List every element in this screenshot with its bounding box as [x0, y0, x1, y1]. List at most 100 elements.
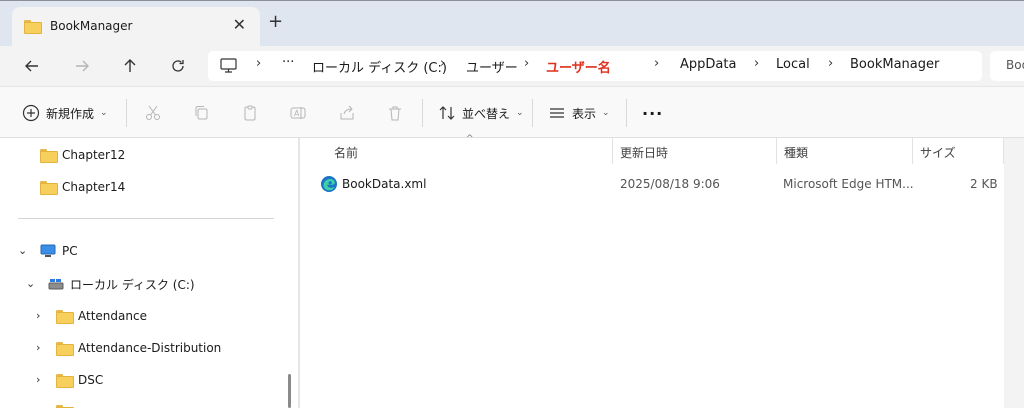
new-label: 新規作成 — [46, 106, 95, 121]
new-button[interactable]: 新規作成 ⌄ — [22, 101, 108, 125]
breadcrumb-more[interactable]: ··· — [282, 55, 294, 70]
divider — [532, 99, 533, 127]
file-modified: 2025/08/18 9:06 — [620, 177, 720, 191]
navigation-bar: › ··· ローカル ディスク (C:) › ユーザー › ユーザー名 › Ap… — [0, 46, 1024, 86]
paste-button[interactable] — [240, 103, 260, 123]
column-header-name[interactable]: 名前 — [334, 144, 358, 161]
search-box[interactable]: Boo — [990, 51, 1024, 81]
view-button[interactable]: 表示 ⌄ — [548, 101, 610, 125]
view-label: 表示 — [572, 106, 597, 121]
tree-item-label: PC — [62, 244, 78, 258]
folder-icon — [56, 374, 74, 388]
tree-item-label: Attendance — [78, 309, 147, 323]
refresh-icon — [172, 60, 184, 72]
chevron-down-icon[interactable]: ⌄ — [18, 244, 27, 257]
chevron-down-icon[interactable]: ⌄ — [26, 277, 35, 290]
tree-item-label: Chapter14 — [62, 180, 126, 194]
folder-icon — [24, 20, 42, 34]
view-lines-icon — [550, 108, 564, 118]
tree-item-local-disk[interactable]: ローカル ディスク (C:) — [48, 273, 195, 295]
tree-item-pc[interactable]: PC — [40, 240, 78, 262]
breadcrumb-local[interactable]: Local — [776, 57, 810, 72]
pc-icon — [40, 244, 56, 257]
chevron-right-icon[interactable]: › — [36, 341, 40, 354]
more-options-button[interactable]: ··· — [642, 101, 663, 125]
cut-button[interactable] — [143, 103, 163, 123]
tree-item-dsc[interactable]: DSC — [56, 369, 103, 391]
svg-text:A: A — [294, 109, 300, 118]
folder-icon — [56, 342, 74, 356]
column-header-modified[interactable]: 更新日時 — [620, 144, 668, 161]
file-row[interactable]: BookData.xml 2025/08/18 9:06 Microsoft E… — [314, 172, 1004, 196]
arrow-left-icon — [25, 60, 38, 72]
divider — [18, 218, 274, 219]
monitor-icon — [220, 58, 237, 73]
back-button[interactable] — [20, 54, 44, 78]
scissors-icon — [146, 105, 160, 120]
chevron-down-icon: ⌄ — [100, 108, 108, 118]
tree-item-attendance[interactable]: Attendance — [56, 305, 147, 327]
forward-button[interactable] — [70, 54, 94, 78]
chevron-right-icon[interactable]: › — [36, 373, 40, 386]
chevron-right-icon[interactable]: › — [36, 309, 40, 322]
plus-circle-icon — [22, 104, 40, 122]
folder-icon — [40, 149, 58, 163]
new-tab-button[interactable]: + — [268, 13, 283, 31]
sort-arrows-icon — [439, 106, 455, 120]
navigation-scrollbar[interactable] — [288, 374, 291, 408]
chevron-down-icon: ⌄ — [602, 108, 610, 118]
breadcrumb-separator[interactable]: › — [828, 56, 833, 71]
rename-icon: A — [290, 107, 306, 119]
breadcrumb-separator[interactable]: › — [654, 56, 659, 71]
tab-title: BookManager — [50, 19, 133, 33]
tab-bookmanager[interactable]: BookManager ✕ — [12, 7, 260, 47]
tree-item-label: ローカル ディスク (C:) — [70, 277, 195, 292]
breadcrumb-users[interactable]: ユーザー — [466, 57, 518, 76]
tree-item-attendance-distribution[interactable]: Attendance-Distribution — [56, 337, 221, 359]
arrow-up-icon — [124, 59, 136, 72]
delete-button[interactable] — [385, 103, 405, 123]
breadcrumb-bookmanager[interactable]: BookManager — [850, 57, 939, 72]
copy-button[interactable] — [191, 103, 211, 123]
divider — [126, 99, 127, 127]
close-tab-icon[interactable]: ✕ — [233, 17, 246, 33]
folder-icon — [40, 181, 58, 195]
tree-item-partial[interactable] — [56, 400, 74, 408]
breadcrumb-drive[interactable]: ローカル ディスク (C:) — [312, 57, 447, 76]
file-name: BookData.xml — [342, 177, 427, 191]
share-button[interactable] — [337, 103, 357, 123]
divider — [422, 99, 423, 127]
refresh-button[interactable] — [166, 54, 190, 78]
navigation-pane: Chapter12 Chapter14 ⌄ PC ⌄ ローカル ディスク (C:… — [0, 138, 298, 408]
column-header-size[interactable]: サイズ — [920, 144, 956, 161]
file-size: 2 KB — [970, 177, 998, 191]
breadcrumb-separator[interactable]: › — [256, 56, 261, 71]
column-divider[interactable] — [776, 138, 777, 164]
command-bar: 新規作成 ⌄ A 並べ替え ⌄ 表示 ⌄ ··· — [0, 86, 1024, 138]
file-list: ^ 名前 更新日時 種類 サイズ BookData.xml 2025/08/18… — [300, 134, 1024, 408]
rename-button[interactable]: A — [288, 103, 308, 123]
breadcrumb-appdata[interactable]: AppData — [680, 57, 736, 72]
clipboard-icon — [244, 105, 256, 121]
breadcrumb-separator[interactable]: › — [524, 56, 529, 71]
breadcrumb-separator[interactable]: › — [440, 56, 445, 71]
column-header-type[interactable]: 種類 — [784, 144, 808, 161]
tree-item-label: Attendance-Distribution — [78, 341, 222, 355]
tree-item-chapter14[interactable]: Chapter14 — [40, 176, 125, 198]
tree-item-label: DSC — [78, 373, 104, 387]
divider — [626, 99, 627, 127]
arrow-right-icon — [76, 60, 89, 72]
column-divider[interactable] — [612, 138, 613, 164]
trash-icon — [389, 106, 401, 121]
up-button[interactable] — [118, 54, 142, 78]
sort-caret-icon: ^ — [466, 134, 474, 144]
sort-button[interactable]: 並べ替え ⌄ — [438, 101, 524, 125]
file-type: Microsoft Edge HTM... — [783, 177, 914, 191]
tree-item-chapter12[interactable]: Chapter12 — [40, 144, 125, 166]
breadcrumb-username[interactable]: ユーザー名 — [546, 57, 611, 76]
column-divider[interactable] — [912, 138, 913, 164]
breadcrumb-separator[interactable]: › — [754, 56, 759, 71]
share-icon — [340, 105, 354, 120]
chevron-down-icon: ⌄ — [516, 108, 524, 118]
address-bar[interactable]: › ··· ローカル ディスク (C:) › ユーザー › ユーザー名 › Ap… — [208, 51, 982, 81]
